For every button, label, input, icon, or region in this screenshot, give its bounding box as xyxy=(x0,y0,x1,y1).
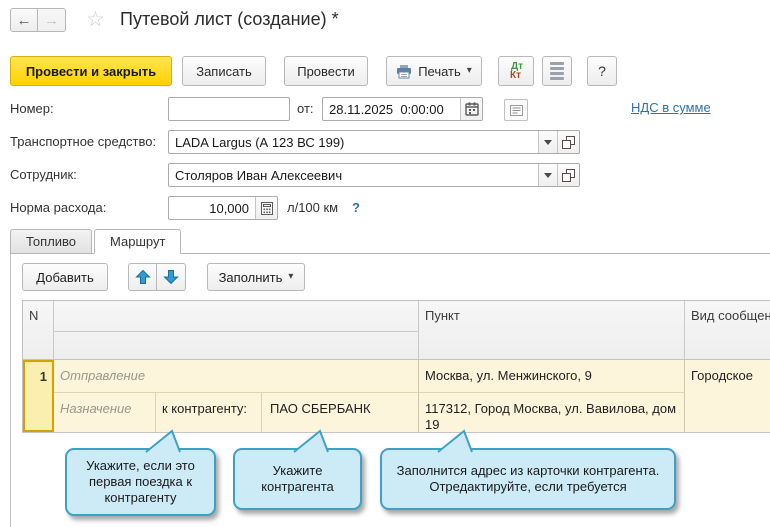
calendar-button[interactable] xyxy=(460,98,482,120)
forward-button[interactable]: → xyxy=(38,8,66,32)
calculator-icon xyxy=(261,202,273,215)
back-arrow-icon: ← xyxy=(17,12,32,29)
fuel-rate-field-wrap xyxy=(168,196,278,220)
destination-kind-cell[interactable]: Назначение xyxy=(54,393,156,432)
employee-open-button[interactable] xyxy=(557,164,579,186)
printer-icon xyxy=(396,64,412,79)
fuel-rate-hint-icon[interactable]: ? xyxy=(352,200,360,215)
forward-arrow-icon: → xyxy=(44,12,59,29)
post-and-close-button[interactable]: Провести и закрыть xyxy=(10,56,172,86)
fill-button[interactable]: Заполнить ▾ xyxy=(207,263,305,291)
chevron-down-icon xyxy=(544,173,552,178)
dtkt-postings-button[interactable]: Дт Кт xyxy=(498,56,534,86)
move-up-button[interactable] xyxy=(128,263,157,291)
post-button[interactable]: Провести xyxy=(284,56,368,86)
column-header-communication: Вид сообщения xyxy=(685,301,770,359)
vehicle-dropdown-button[interactable] xyxy=(538,131,557,153)
page-title: Путевой лист (создание) * xyxy=(120,9,339,30)
counterparty-label-cell[interactable]: к контрагенту: xyxy=(156,393,262,432)
date-label: от: xyxy=(297,97,314,121)
comment-button[interactable] xyxy=(504,99,528,121)
back-button[interactable]: ← xyxy=(10,8,38,32)
route-group-column: Отправление Назначение к контрагенту: ПА… xyxy=(54,360,419,432)
favorite-star-icon[interactable]: ☆ xyxy=(86,8,105,32)
fuel-rate-unit: л/100 км xyxy=(287,196,338,220)
fill-button-label: Заполнить xyxy=(219,270,283,285)
help-button[interactable]: ? xyxy=(587,56,617,86)
vehicle-input[interactable] xyxy=(169,131,538,153)
column-header-n: N xyxy=(23,301,54,359)
tab-fuel[interactable]: Топливо xyxy=(10,229,92,254)
print-button-label: Печать xyxy=(418,64,461,79)
comment-icon xyxy=(510,105,523,116)
fuel-rate-label: Норма расхода: xyxy=(10,196,106,220)
add-row-button[interactable]: Добавить xyxy=(22,263,108,291)
down-arrow-icon xyxy=(163,269,179,285)
counterparty-cell[interactable]: ПАО СБЕРБАНК xyxy=(262,393,418,432)
dtkt-icon: Дт Кт xyxy=(511,61,521,81)
route-table-header: N Пункт Вид сообщения xyxy=(22,300,770,360)
callout-tail xyxy=(142,429,182,453)
print-dropdown-icon: ▾ xyxy=(467,66,472,76)
date-input[interactable] xyxy=(323,98,460,120)
nav-history-group: ← → xyxy=(10,8,66,32)
column-header-route-group xyxy=(54,301,419,359)
report-structure-button[interactable] xyxy=(542,56,572,86)
employee-input[interactable] xyxy=(169,164,538,186)
destination-point-cell[interactable]: 117312, Город Москва, ул. Вавилова, дом … xyxy=(419,393,684,433)
employee-label: Сотрудник: xyxy=(10,163,77,187)
number-input[interactable] xyxy=(169,98,289,120)
employee-field-wrap xyxy=(168,163,580,187)
table-row: 1 Отправление Назначение к контрагенту: … xyxy=(22,360,770,433)
fuel-rate-input[interactable] xyxy=(169,197,255,219)
fill-dropdown-icon: ▾ xyxy=(288,272,293,282)
vehicle-open-button[interactable] xyxy=(557,131,579,153)
departure-kind-cell[interactable]: Отправление xyxy=(54,360,418,392)
callout-counterparty: Укажите контрагента xyxy=(233,448,362,510)
move-down-button[interactable] xyxy=(157,263,186,291)
communication-cell[interactable]: Городское xyxy=(685,360,770,432)
callout-first-trip: Укажите, если это первая поездка к контр… xyxy=(65,448,216,516)
date-field-wrap xyxy=(322,97,483,121)
up-arrow-icon xyxy=(135,269,151,285)
column-header-point: Пункт xyxy=(419,301,685,359)
employee-dropdown-button[interactable] xyxy=(538,164,557,186)
write-button[interactable]: Записать xyxy=(182,56,266,86)
chevron-down-icon xyxy=(544,140,552,145)
number-field-wrap xyxy=(168,97,290,121)
route-table: N Пункт Вид сообщения 1 Отправление Назн… xyxy=(22,300,770,433)
calendar-icon xyxy=(465,102,479,116)
open-icon xyxy=(562,169,575,182)
open-icon xyxy=(562,136,575,149)
number-label: Номер: xyxy=(10,97,54,121)
vehicle-field-wrap xyxy=(168,130,580,154)
print-button[interactable]: Печать ▾ xyxy=(386,56,482,86)
tab-route[interactable]: Маршрут xyxy=(94,229,181,254)
stack-icon xyxy=(550,62,564,80)
vehicle-label: Транспортное средство: xyxy=(10,130,156,154)
tab-strip: Топливо Маршрут xyxy=(10,229,183,254)
move-row-group xyxy=(128,263,186,291)
point-column: Москва, ул. Менжинского, 9 117312, Город… xyxy=(419,360,685,432)
callout-address: Заполнится адрес из карточки контрагента… xyxy=(380,448,676,510)
callout-tail xyxy=(434,429,474,453)
departure-point-cell[interactable]: Москва, ул. Менжинского, 9 xyxy=(419,360,598,392)
calculator-button[interactable] xyxy=(255,197,277,219)
callout-tail xyxy=(290,429,330,453)
row-number-cell[interactable]: 1 xyxy=(23,360,54,432)
vat-mode-link[interactable]: НДС в сумме xyxy=(631,100,711,115)
